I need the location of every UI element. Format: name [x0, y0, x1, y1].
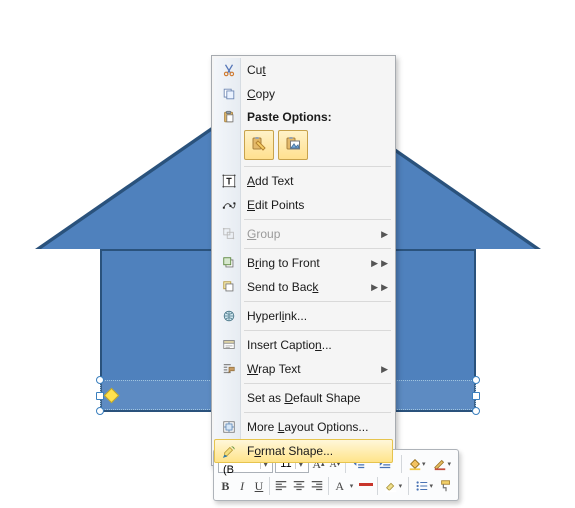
add-text-icon: [217, 174, 241, 188]
wrap-text-icon: [217, 362, 241, 376]
align-right-button[interactable]: [309, 475, 325, 497]
menu-send-back-label: Send to Back: [241, 280, 371, 294]
menu-default-shape[interactable]: Set as Default Shape: [214, 386, 393, 410]
separator: [244, 412, 391, 413]
caption-icon: [217, 338, 241, 352]
divider: [269, 477, 270, 495]
menu-group: Group ▶: [214, 222, 393, 246]
divider: [328, 477, 329, 495]
menu-copy[interactable]: Copy: [214, 82, 393, 106]
edit-points-icon: [217, 198, 241, 212]
menu-hyperlink[interactable]: Hyperlink...: [214, 304, 393, 328]
handle-ml[interactable]: [96, 392, 104, 400]
menu-edit-points-label: Edit Points: [241, 198, 388, 212]
format-shape-icon: [217, 444, 241, 458]
align-left-button[interactable]: [273, 475, 289, 497]
menu-insert-caption[interactable]: Insert Caption...: [214, 333, 393, 357]
divider: [377, 477, 378, 495]
separator: [244, 383, 391, 384]
menu-copy-label: Copy: [241, 87, 388, 101]
divider: [408, 477, 409, 495]
separator: [244, 330, 391, 331]
center-button[interactable]: [291, 475, 307, 497]
separator: [244, 219, 391, 220]
menu-add-text-label: Add Text: [241, 174, 388, 188]
highlight-button[interactable]: ▾: [381, 475, 405, 497]
bold-button[interactable]: B: [218, 475, 233, 497]
menu-paste-header-row: Paste Options:: [214, 106, 393, 128]
font-color-button[interactable]: A▾: [332, 475, 356, 497]
menu-layout-label: More Layout Options...: [241, 420, 388, 434]
context-menu: Cut Copy Paste Options: Add Text Edit Po…: [211, 55, 396, 466]
divider: [401, 455, 402, 473]
menu-wrap-label: Wrap Text: [241, 362, 381, 376]
submenu-arrow-icon: ▶: [381, 282, 388, 293]
submenu-arrow-icon: ▶: [381, 229, 388, 240]
handle-br[interactable]: [472, 407, 480, 415]
submenu-arrow-icon: ▶: [381, 258, 388, 269]
handle-tr[interactable]: [472, 376, 480, 384]
menu-bring-front[interactable]: Bring to Front ▶ ▶: [214, 251, 393, 275]
menu-default-label: Set as Default Shape: [241, 391, 388, 405]
menu-cut-label: Cut: [241, 63, 388, 77]
menu-send-back[interactable]: Send to Back ▶ ▶: [214, 275, 393, 299]
menu-add-text[interactable]: Add Text: [214, 169, 393, 193]
menu-hyperlink-label: Hyperlink...: [241, 309, 388, 323]
toolbar-row-2: B I U A▾ ▾ ▾: [218, 475, 454, 497]
send-back-icon: [217, 280, 241, 294]
handle-tl[interactable]: [96, 376, 104, 384]
italic-button[interactable]: I: [235, 475, 250, 497]
paste-icon: [217, 110, 241, 124]
paste-option-picture[interactable]: [278, 130, 308, 160]
bring-front-icon: [217, 256, 241, 270]
menu-edit-points[interactable]: Edit Points: [214, 193, 393, 217]
cut-icon: [217, 63, 241, 77]
menu-bring-front-label: Bring to Front: [241, 256, 371, 270]
separator: [244, 248, 391, 249]
menu-format-label: Format Shape...: [241, 444, 388, 458]
separator: [244, 301, 391, 302]
separator: [244, 166, 391, 167]
handle-mr[interactable]: [472, 392, 480, 400]
menu-cut[interactable]: Cut: [214, 58, 393, 82]
underline-button[interactable]: U: [252, 475, 267, 497]
bullets-button[interactable]: ▾: [412, 475, 436, 497]
menu-caption-label: Insert Caption...: [241, 338, 388, 352]
copy-icon: [217, 87, 241, 101]
menu-format-shape[interactable]: Format Shape...: [214, 439, 393, 463]
format-painter-button[interactable]: [438, 475, 454, 497]
paste-option-source[interactable]: [244, 130, 274, 160]
submenu-arrow-icon: ▶: [381, 364, 388, 375]
fill-color-button[interactable]: ▾: [405, 453, 429, 475]
hyperlink-icon: [217, 309, 241, 323]
handle-bl[interactable]: [96, 407, 104, 415]
menu-wrap-text[interactable]: Wrap Text ▶: [214, 357, 393, 381]
layout-icon: [217, 420, 241, 434]
paste-header-label: Paste Options:: [241, 110, 388, 124]
group-icon: [217, 227, 241, 241]
outline-color-button[interactable]: ▾: [430, 453, 454, 475]
paste-options-box: [214, 128, 393, 164]
menu-group-label: Group: [241, 227, 381, 241]
menu-more-layout[interactable]: More Layout Options...: [214, 415, 393, 439]
